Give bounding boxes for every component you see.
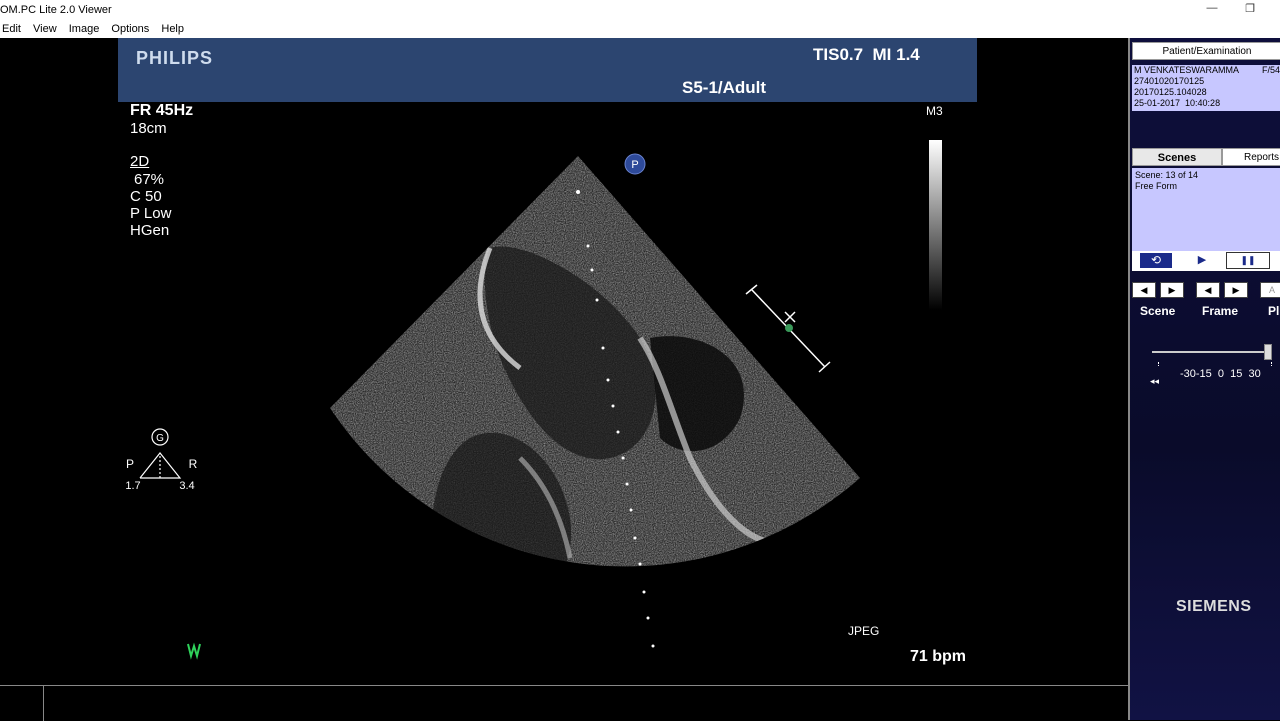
speed-slider-track[interactable]: [1152, 351, 1270, 353]
frame-rate: FR 45Hz: [130, 102, 194, 119]
play-button[interactable]: ▶: [1186, 253, 1218, 268]
compress: C 50: [130, 188, 162, 205]
menu-options[interactable]: Options: [108, 20, 155, 35]
ecg-icon: [187, 642, 201, 660]
mode: 2D: [130, 153, 150, 170]
tab-reports[interactable]: Reports: [1222, 148, 1280, 166]
play-label: Pl: [1268, 304, 1280, 318]
playback-controls: ⟲ ▶ ❚❚: [1132, 251, 1280, 271]
orientation-left-value: 1.7: [125, 480, 140, 492]
image-viewport[interactable]: P G P R 1.7 3.4 PHILIPS TIS0.7 MI 1.4 S5…: [0, 38, 1128, 685]
study-datetime: 25-01-2017 10:40:28: [1134, 98, 1221, 108]
frame-prev-button[interactable]: ◀: [1196, 282, 1220, 298]
depth: 18cm: [130, 120, 167, 137]
scene-type: Free Form: [1135, 181, 1178, 191]
patient-info-box: M VENKATESWARAMMA F/54 27401020170125 20…: [1132, 65, 1280, 111]
rewind-icon[interactable]: ◂◂: [1150, 376, 1159, 387]
play-a-button[interactable]: A: [1260, 282, 1280, 298]
speed-slider-thumb[interactable]: [1264, 344, 1272, 360]
scene-label: Scene: [1140, 304, 1176, 318]
scene-info-box: Scene: 13 of 14 Free Form: [1132, 168, 1280, 251]
orientation-right-value: 3.4: [179, 480, 194, 492]
patient-id: 27401020170125: [1134, 76, 1205, 86]
tab-scenes[interactable]: Scenes: [1132, 148, 1222, 166]
frequency: HGen: [130, 222, 170, 239]
probe-label: S5-1/Adult: [682, 78, 767, 97]
menu-view[interactable]: View: [30, 20, 63, 35]
slider-tick-labels: -30-15 0 15 30: [1180, 368, 1261, 380]
orientation-triangle-icon: [139, 452, 182, 479]
tis-mi-readout: TIS0.7 MI 1.4: [813, 45, 920, 64]
loop-button[interactable]: ⟲: [1140, 253, 1172, 268]
window-title: OM.PC Lite 2.0 Viewer: [0, 4, 112, 16]
p-marker-text: P: [631, 159, 638, 171]
title-bar: OM.PC Lite 2.0 Viewer — ❐: [0, 0, 1280, 20]
scene-prev-button[interactable]: ◀: [1132, 282, 1156, 298]
g-marker-text: G: [156, 433, 164, 444]
sidebar-panel: Patient/Examination M VENKATESWARAMMA F/…: [1128, 38, 1280, 720]
status-bar: [0, 685, 1128, 721]
slider-ticks-marks: [1158, 362, 1272, 366]
pause-button[interactable]: ❚❚: [1226, 252, 1270, 269]
focus-marker: [785, 324, 793, 332]
scale-label: M3: [926, 104, 943, 118]
restore-button[interactable]: ❐: [1242, 2, 1258, 16]
menu-bar: Edit View Image Options Help: [0, 20, 1280, 38]
frame-next-button[interactable]: ▶: [1224, 282, 1248, 298]
orientation-r: R: [189, 457, 198, 471]
brand-logo: PHILIPS: [136, 48, 214, 68]
jpeg-label: JPEG: [848, 624, 880, 638]
patient-exam-header[interactable]: Patient/Examination: [1132, 42, 1280, 60]
heart-rate: 71 bpm: [910, 648, 967, 665]
menu-edit[interactable]: Edit: [0, 20, 27, 35]
menu-help[interactable]: Help: [158, 20, 190, 35]
orientation-p: P: [126, 457, 134, 471]
vendor-logo: SIEMENS: [1176, 598, 1252, 615]
grayscale-bar: [929, 140, 942, 310]
minimize-button[interactable]: —: [1204, 2, 1220, 16]
ultrasound-image: P G P R 1.7 3.4: [125, 140, 942, 660]
study-id: 20170125.104028: [1134, 87, 1207, 97]
power: P Low: [130, 205, 172, 222]
patient-sex-age: F/54: [1261, 65, 1280, 75]
patient-name: M VENKATESWARAMMA: [1134, 65, 1240, 75]
menu-image[interactable]: Image: [66, 20, 106, 35]
gain: 67%: [134, 171, 165, 188]
status-divider: [43, 686, 44, 721]
frame-label: Frame: [1202, 304, 1239, 318]
scene-next-button[interactable]: ▶: [1160, 282, 1184, 298]
scene-count: Scene: 13 of 14: [1135, 170, 1199, 180]
